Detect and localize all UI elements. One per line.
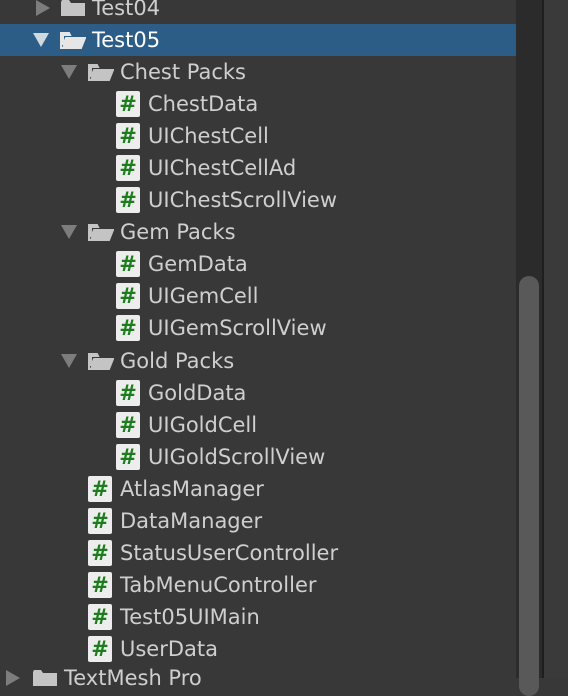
tree-item-uigoldscrollview[interactable]: # UIGoldScrollView xyxy=(0,441,516,473)
csharp-script-icon: # xyxy=(116,123,140,149)
tree-item-label: TabMenuController xyxy=(120,573,317,597)
tree-item-uigoldcell[interactable]: # UIGoldCell xyxy=(0,409,516,441)
chevron-right-icon[interactable] xyxy=(36,0,50,16)
chevron-down-icon[interactable] xyxy=(61,354,77,368)
csharp-script-icon: # xyxy=(116,283,140,309)
tree-item-atlasmanager[interactable]: # AtlasManager xyxy=(0,473,516,505)
tree-item-golddata[interactable]: # GoldData xyxy=(0,377,516,409)
tree-item-test05[interactable]: Test05 xyxy=(0,24,516,56)
chevron-down-icon[interactable] xyxy=(61,65,77,79)
csharp-script-icon: # xyxy=(88,604,112,630)
tree-item-label: UIGemScrollView xyxy=(148,316,327,340)
tree-item-label: Test05UIMain xyxy=(120,605,260,629)
tree-item-gold-packs[interactable]: Gold Packs xyxy=(0,345,516,377)
csharp-script-icon: # xyxy=(116,91,140,117)
tree-item-uichestscrollview[interactable]: # UIChestScrollView xyxy=(0,184,516,216)
csharp-script-icon: # xyxy=(116,444,140,470)
tree-item-label: UserData xyxy=(120,637,219,661)
tree-item-uichestcell[interactable]: # UIChestCell xyxy=(0,120,516,152)
tree-item-label: ChestData xyxy=(148,92,259,116)
csharp-script-icon: # xyxy=(116,155,140,181)
csharp-script-icon: # xyxy=(88,572,112,598)
tree-item-label: Gold Packs xyxy=(120,349,235,373)
vertical-scrollbar-thumb[interactable] xyxy=(519,276,539,696)
csharp-script-icon: # xyxy=(88,636,112,662)
tree-item-tabmenucontroller[interactable]: # TabMenuController xyxy=(0,569,516,601)
folder-open-icon xyxy=(88,223,114,241)
tree-item-label: UIChestCell xyxy=(148,124,269,148)
chevron-down-icon[interactable] xyxy=(33,33,49,47)
csharp-script-icon: # xyxy=(88,508,112,534)
csharp-script-icon: # xyxy=(88,476,112,502)
tree-item-label: Test04 xyxy=(92,0,161,20)
tree-item-datamanager[interactable]: # DataManager xyxy=(0,505,516,537)
csharp-script-icon: # xyxy=(116,380,140,406)
tree-item-gem-packs[interactable]: Gem Packs xyxy=(0,216,516,248)
folder-open-icon xyxy=(60,31,86,49)
csharp-script-icon: # xyxy=(116,251,140,277)
tree-item-label: UIGoldCell xyxy=(148,413,258,437)
csharp-script-icon: # xyxy=(116,187,140,213)
tree-item-uichestcellad[interactable]: # UIChestCellAd xyxy=(0,152,516,184)
tree-item-label: UIGemCell xyxy=(148,284,259,308)
tree-item-test04[interactable]: Test04 xyxy=(0,0,516,24)
tree-item-label: Gem Packs xyxy=(120,220,236,244)
tree-item-gemdata[interactable]: # GemData xyxy=(0,248,516,280)
tree-item-label: AtlasManager xyxy=(120,477,264,501)
folder-open-icon xyxy=(88,352,114,370)
folder-open-icon xyxy=(88,63,114,81)
csharp-script-icon: # xyxy=(88,540,112,566)
folder-closed-icon xyxy=(32,669,58,687)
tree-item-label: Test05 xyxy=(92,28,161,52)
tree-item-chestdata[interactable]: # ChestData xyxy=(0,88,516,120)
tree-item-label: GemData xyxy=(148,252,248,276)
tree-item-test05uimain[interactable]: # Test05UIMain xyxy=(0,601,516,633)
tree-item-uigemcell[interactable]: # UIGemCell xyxy=(0,280,516,312)
tree-item-label: DataManager xyxy=(120,509,263,533)
tree-item-uigemscrollview[interactable]: # UIGemScrollView xyxy=(0,312,516,344)
tree-item-userdata[interactable]: # UserData xyxy=(0,633,516,665)
chevron-right-icon[interactable] xyxy=(6,670,20,686)
chevron-down-icon[interactable] xyxy=(61,225,77,239)
tree-item-label: UIChestScrollView xyxy=(148,188,338,212)
csharp-script-icon: # xyxy=(116,315,140,341)
tree-item-label: TextMesh Pro xyxy=(64,666,202,690)
tree-item-label: Chest Packs xyxy=(120,60,246,84)
project-tree: Test04 Test05 Chest Packs # ChestData # … xyxy=(0,0,516,690)
tree-item-label: UIGoldScrollView xyxy=(148,445,326,469)
folder-closed-icon xyxy=(60,0,86,17)
tree-item-label: UIChestCellAd xyxy=(148,156,297,180)
csharp-script-icon: # xyxy=(116,412,140,438)
tree-item-textmesh-pro[interactable]: TextMesh Pro xyxy=(0,662,516,694)
tree-item-label: StatusUserController xyxy=(120,541,339,565)
tree-item-label: GoldData xyxy=(148,381,247,405)
adjacent-panel xyxy=(544,0,568,678)
tree-item-chest-packs[interactable]: Chest Packs xyxy=(0,56,516,88)
tree-item-statususercontroller[interactable]: # StatusUserController xyxy=(0,537,516,569)
